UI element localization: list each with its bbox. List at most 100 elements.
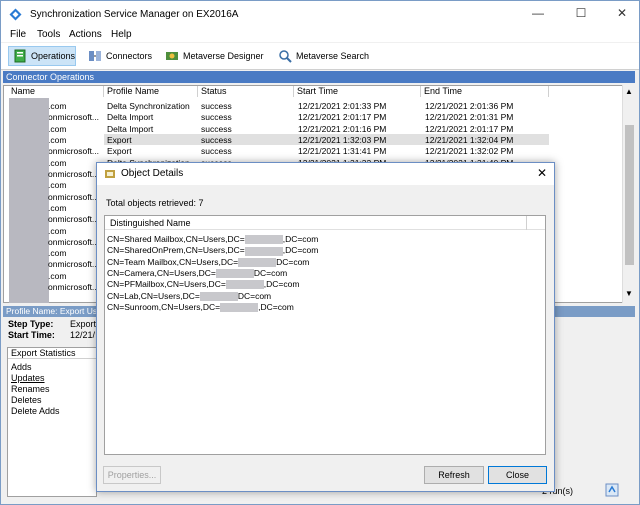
dn-list-item[interactable]: CN=Sunroom,CN=Users,DC= ,DC=com <box>107 302 294 313</box>
metaverse-designer-button[interactable]: Metaverse Designer <box>161 46 265 66</box>
table-cell-name[interactable]: .com <box>48 124 66 135</box>
table-cell-name[interactable]: onmicrosoft... <box>48 112 99 123</box>
table-cell-status[interactable]: success <box>201 135 232 146</box>
dn-suffix: DC=com <box>253 267 288 278</box>
menu-actions[interactable]: Actions <box>69 29 102 40</box>
minimize-button[interactable]: — <box>523 6 553 22</box>
dn-prefix: CN=PFMailbox,CN=Users,DC= <box>107 279 226 290</box>
table-cell-status[interactable]: success <box>201 112 232 123</box>
column-end-time[interactable]: End Time <box>421 86 549 97</box>
column-divider <box>526 216 527 230</box>
column-start-time[interactable]: Start Time <box>294 86 421 97</box>
table-cell-name[interactable]: .com <box>48 271 66 282</box>
scroll-thumb[interactable] <box>625 125 634 265</box>
scroll-up-icon[interactable]: ▲ <box>625 87 633 96</box>
table-cell-name[interactable]: onmicrosoft... <box>48 146 99 157</box>
start-time-label: Start Time: <box>8 330 55 340</box>
dn-list-item[interactable]: CN=Shared Mailbox,CN=Users,DC= ,DC=com <box>107 234 318 245</box>
table-cell-end[interactable]: 12/21/2021 1:32:04 PM <box>425 135 513 146</box>
table-cell-status[interactable]: success <box>201 101 232 112</box>
dn-suffix: ,DC=com <box>263 279 300 290</box>
table-cell-name[interactable]: onmicrosoft... <box>48 282 99 293</box>
redacted-domain <box>199 291 238 301</box>
dialog-close-icon[interactable]: ✕ <box>537 166 547 180</box>
close-window-button[interactable]: ✕ <box>607 6 637 22</box>
column-profile-name[interactable]: Profile Name <box>104 86 198 97</box>
metaverse-search-button[interactable]: Metaverse Search <box>274 46 370 66</box>
table-cell-name[interactable]: .com <box>48 248 66 259</box>
redacted-domain <box>244 246 283 256</box>
table-cell-name[interactable]: .com <box>48 226 66 237</box>
operations-icon <box>14 49 26 63</box>
redacted-domain <box>238 257 277 267</box>
menu-file[interactable]: File <box>10 29 26 40</box>
dn-prefix: CN=SharedOnPrem,CN=Users,DC= <box>107 245 245 256</box>
dn-list-item[interactable]: CN=Lab,CN=Users,DC= DC=com <box>107 291 271 302</box>
dn-prefix: CN=Lab,CN=Users,DC= <box>107 290 200 301</box>
column-distinguished-name[interactable]: Distinguished Name <box>105 216 545 230</box>
table-cell-name[interactable]: onmicrosoft... <box>48 237 99 248</box>
column-status[interactable]: Status <box>198 86 294 97</box>
table-cell-start[interactable]: 12/21/2021 2:01:33 PM <box>298 101 386 112</box>
table-cell-end[interactable]: 12/21/2021 2:01:17 PM <box>425 124 513 135</box>
sync-app-icon <box>9 8 22 21</box>
step-type-label: Step Type: <box>8 319 54 329</box>
table-cell-name[interactable]: .com <box>48 135 66 146</box>
table-cell-name[interactable]: onmicrosoft... <box>48 214 99 225</box>
table-cell-name[interactable]: .com <box>48 101 66 112</box>
table-cell-end[interactable]: 12/21/2021 2:01:36 PM <box>425 101 513 112</box>
dn-list-item[interactable]: CN=SharedOnPrem,CN=Users,DC= ,DC=com <box>107 245 318 256</box>
table-cell-start[interactable]: 12/21/2021 2:01:17 PM <box>298 112 386 123</box>
table-cell-end[interactable]: 12/21/2021 1:32:02 PM <box>425 146 513 157</box>
stat-item[interactable]: Delete Adds <box>11 406 60 416</box>
dn-suffix: DC=com <box>237 290 272 301</box>
operations-button[interactable]: Operations <box>8 46 76 66</box>
close-dialog-button[interactable]: Close <box>488 466 547 484</box>
maximize-button[interactable]: ☐ <box>566 6 596 22</box>
table-cell-status[interactable]: success <box>201 146 232 157</box>
properties-button[interactable]: Properties... <box>103 466 161 484</box>
stat-item[interactable]: Deletes <box>11 395 42 405</box>
stat-item[interactable]: Updates <box>11 373 45 383</box>
menu-tools[interactable]: Tools <box>37 29 60 40</box>
connectors-label: Connectors <box>106 51 153 61</box>
table-cell-start[interactable]: 12/21/2021 1:31:41 PM <box>298 146 386 157</box>
table-cell-profile[interactable]: Delta Import <box>107 124 153 135</box>
stat-item[interactable]: Renames <box>11 384 50 394</box>
metaverse-designer-label: Metaverse Designer <box>183 51 264 61</box>
redacted-domain <box>215 269 254 279</box>
table-cell-name[interactable]: onmicrosoft... <box>48 259 99 270</box>
dn-list-item[interactable]: CN=PFMailbox,CN=Users,DC= ,DC=com <box>107 279 299 290</box>
table-cell-profile[interactable]: Export <box>107 146 132 157</box>
table-cell-name[interactable]: .com <box>48 180 66 191</box>
table-cell-end[interactable]: 12/21/2021 2:01:31 PM <box>425 112 513 123</box>
stat-item[interactable]: Adds <box>11 362 32 372</box>
table-cell-start[interactable]: 12/21/2021 2:01:16 PM <box>298 124 386 135</box>
menu-help[interactable]: Help <box>111 29 132 40</box>
dn-list-item[interactable]: CN=Camera,CN=Users,DC= DC=com <box>107 268 287 279</box>
dn-suffix: ,DC=com <box>258 301 294 312</box>
scroll-down-icon[interactable]: ▼ <box>625 289 633 298</box>
table-cell-name[interactable]: .com <box>48 203 66 214</box>
operations-scrollbar[interactable]: ▲ ▼ <box>622 85 637 303</box>
table-cell-profile[interactable]: Delta Synchronization <box>107 101 190 112</box>
window-title: Synchronization Service Manager on EX201… <box>30 9 239 20</box>
dn-suffix: DC=com <box>276 256 310 267</box>
metaverse-search-label: Metaverse Search <box>296 51 370 61</box>
metaverse-search-icon <box>279 50 292 63</box>
refresh-status-icon[interactable] <box>605 483 619 497</box>
dn-list-item[interactable]: CN=Team Mailbox,CN=Users,DC= DC=com <box>107 257 309 268</box>
dn-prefix: CN=Team Mailbox,CN=Users,DC= <box>107 256 239 267</box>
refresh-button[interactable]: Refresh <box>424 466 484 484</box>
table-cell-status[interactable]: success <box>201 124 232 135</box>
table-cell-profile[interactable]: Delta Import <box>107 112 153 123</box>
table-cell-name[interactable]: onmicrosoft... <box>48 192 99 203</box>
table-cell-profile[interactable]: Export <box>107 135 132 146</box>
table-cell-name[interactable]: .com <box>48 158 66 169</box>
table-cell-start[interactable]: 12/21/2021 1:32:03 PM <box>298 135 386 146</box>
table-cell-name[interactable]: onmicrosoft... <box>48 169 99 180</box>
connectors-button[interactable]: Connectors <box>84 46 154 66</box>
total-objects-text: Total objects retrieved: 7 <box>106 198 204 208</box>
column-name[interactable]: Name <box>8 86 104 97</box>
metaverse-designer-icon <box>166 52 178 60</box>
